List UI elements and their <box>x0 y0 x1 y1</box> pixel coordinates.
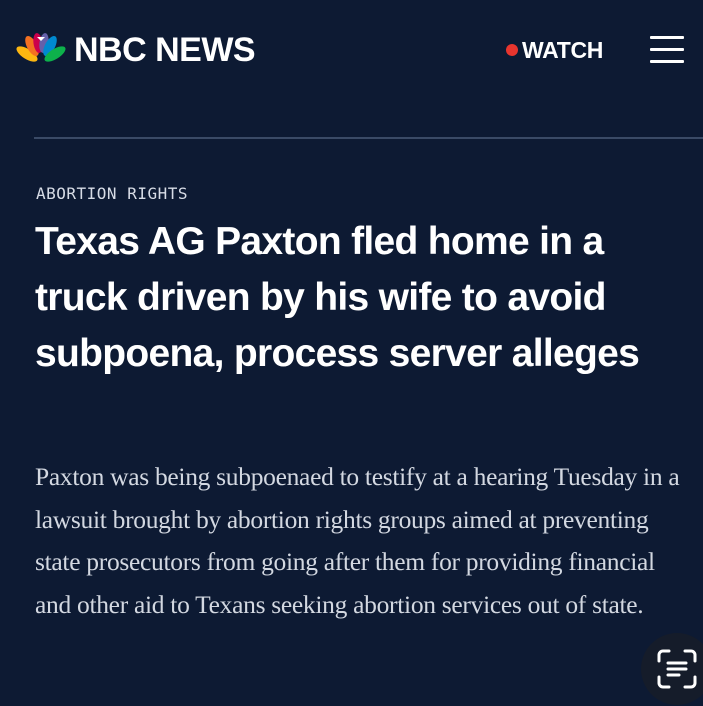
article-category[interactable]: ABORTION RIGHTS <box>36 183 188 205</box>
brand-name: NBC NEWS <box>74 31 256 69</box>
nbc-news-logo[interactable]: NBC NEWS <box>16 30 256 70</box>
menu-line <box>650 48 684 51</box>
header-divider <box>34 137 703 139</box>
nbc-peacock-icon <box>16 33 66 62</box>
menu-line <box>650 60 684 63</box>
watch-button[interactable]: WATCH <box>506 36 603 64</box>
hamburger-menu-icon[interactable] <box>650 34 684 64</box>
article-summary: Paxton was being subpoenaed to testify a… <box>35 462 680 619</box>
watch-label: WATCH <box>522 37 604 63</box>
menu-line <box>650 36 684 39</box>
article-headline[interactable]: Texas AG Paxton fled home in a truck dri… <box>35 214 685 382</box>
live-dot-icon <box>506 44 518 56</box>
text-scan-icon <box>657 649 697 689</box>
site-header: NBC NEWS WATCH <box>0 0 703 100</box>
text-scan-button[interactable] <box>641 633 703 705</box>
